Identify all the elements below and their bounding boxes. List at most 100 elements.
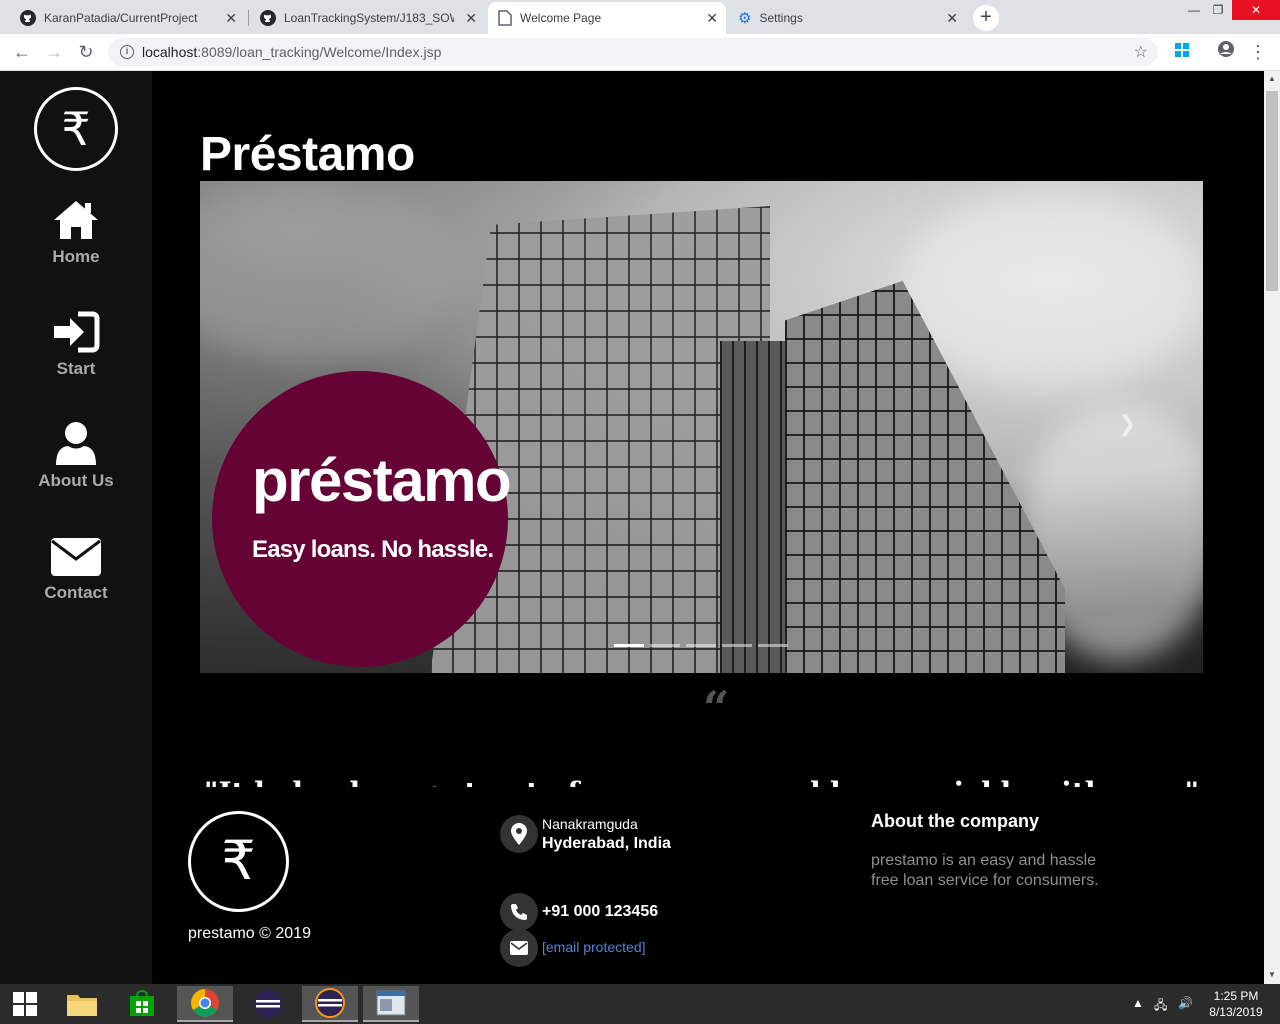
footer: ₹ prestamo © 2019 Nanakramguda Hyderabad… bbox=[152, 787, 1264, 984]
info-icon[interactable]: i bbox=[120, 45, 134, 59]
taskbar-file-explorer[interactable] bbox=[54, 986, 110, 1022]
phone-icon bbox=[500, 893, 538, 931]
browser-tab-github-loan-tracking[interactable]: LoanTrackingSystem/J183_SOW ✕ bbox=[250, 2, 485, 34]
menu-kebab-icon[interactable]: ⋮ bbox=[1246, 40, 1270, 64]
back-button[interactable]: ← bbox=[10, 40, 34, 64]
clock-date: 8/13/2019 bbox=[1209, 1005, 1263, 1019]
tab-title: LoanTrackingSystem/J183_SOW bbox=[284, 11, 454, 25]
page-icon bbox=[498, 10, 512, 26]
volume-icon[interactable]: 🔊 bbox=[1178, 996, 1193, 1010]
taskbar-app-window[interactable] bbox=[363, 986, 419, 1022]
email-link[interactable]: [email protected] bbox=[542, 939, 646, 955]
carousel-indicator[interactable] bbox=[650, 644, 680, 647]
tab-title: Welcome Page bbox=[520, 11, 602, 25]
bookmark-star-icon[interactable]: ☆ bbox=[1134, 42, 1148, 62]
windows-logo-icon bbox=[13, 992, 37, 1016]
sidebar-item-contact[interactable]: Contact bbox=[0, 537, 152, 603]
profile-icon[interactable] bbox=[1214, 40, 1238, 64]
url-host: localhost bbox=[142, 44, 198, 60]
close-icon[interactable]: ✕ bbox=[706, 10, 718, 27]
scroll-down-arrow[interactable]: ▼ bbox=[1264, 967, 1280, 983]
carousel-indicators bbox=[614, 644, 788, 647]
hero-carousel[interactable]: préstamo Easy loans. No hassle. ❯ bbox=[200, 181, 1203, 673]
scroll-up-arrow[interactable]: ▲ bbox=[1264, 71, 1280, 87]
reload-button[interactable]: ↻ bbox=[74, 40, 98, 64]
chrome-icon bbox=[191, 989, 219, 1017]
web-page: ₹ Home Start About Us Contact Préstamo p… bbox=[0, 71, 1264, 984]
cloud-shape bbox=[200, 181, 460, 361]
sidebar-item-home[interactable]: Home bbox=[0, 199, 152, 267]
footer-rupee-logo: ₹ bbox=[188, 811, 289, 912]
quote-icon: “ bbox=[703, 681, 730, 735]
phone-number: +91 000 123456 bbox=[542, 903, 659, 920]
address-line-2: Hyderabad, India bbox=[542, 834, 671, 852]
map-marker-icon bbox=[500, 815, 538, 853]
taskbar-eclipse-1[interactable] bbox=[240, 986, 296, 1022]
address-line-1: Nanakramguda bbox=[542, 815, 638, 832]
close-icon[interactable]: ✕ bbox=[465, 10, 477, 27]
eclipse-icon bbox=[315, 988, 345, 1018]
carousel-indicator[interactable] bbox=[722, 644, 752, 647]
copyright-text: prestamo © 2019 bbox=[188, 925, 311, 942]
github-icon bbox=[20, 10, 36, 26]
rupee-logo[interactable]: ₹ bbox=[34, 87, 118, 171]
address-bar[interactable]: i localhost:8089/loan_tracking/Welcome/I… bbox=[108, 38, 1158, 66]
minimize-button[interactable]: — bbox=[1182, 0, 1206, 20]
restore-button[interactable]: ❐ bbox=[1206, 0, 1230, 20]
new-tab-button[interactable]: + bbox=[973, 5, 999, 31]
tab-title: KaranPatadia/CurrentProject bbox=[44, 11, 198, 25]
browser-tab-settings[interactable]: ⚙ Settings ✕ bbox=[728, 2, 966, 34]
close-icon[interactable]: ✕ bbox=[946, 10, 958, 27]
sidebar-item-label: Contact bbox=[44, 583, 108, 602]
browser-tab-strip: KaranPatadia/CurrentProject ✕ LoanTracki… bbox=[0, 0, 1280, 34]
github-icon bbox=[260, 10, 276, 26]
sidebar-item-label: About Us bbox=[38, 471, 114, 490]
sidebar-item-start[interactable]: Start bbox=[0, 311, 152, 379]
network-icon[interactable]: 🖧 bbox=[1154, 996, 1167, 1017]
envelope-icon bbox=[500, 929, 538, 967]
browser-toolbar: ← → ↻ i localhost:8089/loan_tracking/Wel… bbox=[0, 34, 1280, 71]
window-app-icon bbox=[376, 990, 406, 1016]
carousel-indicator[interactable] bbox=[686, 644, 716, 647]
sidebar-nav: ₹ Home Start About Us Contact bbox=[0, 71, 152, 984]
start-button[interactable] bbox=[0, 986, 50, 1022]
store-icon bbox=[130, 990, 154, 1016]
carousel-brand-name: préstamo bbox=[252, 447, 512, 514]
about-text: prestamo is an easy and hassle free loan… bbox=[871, 852, 1099, 889]
taskbar-chrome[interactable] bbox=[177, 986, 233, 1022]
browser-tab-welcome-page[interactable]: Welcome Page ✕ bbox=[488, 2, 726, 34]
system-clock[interactable]: 1:25 PM 8/13/2019 bbox=[1204, 988, 1268, 1020]
page-scrollbar[interactable]: ▲ ▼ bbox=[1264, 71, 1280, 984]
contact-address: Nanakramguda Hyderabad, India bbox=[500, 815, 671, 853]
taskbar-store[interactable] bbox=[114, 986, 170, 1022]
forward-button[interactable]: → bbox=[42, 40, 66, 64]
sidebar-item-about-us[interactable]: About Us bbox=[0, 421, 152, 491]
folder-icon bbox=[67, 995, 97, 1016]
user-icon bbox=[56, 422, 96, 465]
chevron-right-icon[interactable]: ❯ bbox=[1118, 411, 1136, 437]
cloud-shape bbox=[900, 191, 1200, 391]
sign-in-icon bbox=[54, 311, 100, 353]
close-icon[interactable]: ✕ bbox=[225, 10, 237, 27]
carousel-indicator[interactable] bbox=[614, 644, 644, 647]
sidebar-item-label: Home bbox=[52, 247, 100, 266]
scrollbar-thumb[interactable] bbox=[1266, 91, 1278, 291]
taskbar-eclipse-2[interactable] bbox=[302, 986, 358, 1022]
contact-phone: +91 000 123456 bbox=[500, 893, 658, 931]
window-close-button[interactable]: ✕ bbox=[1232, 0, 1280, 20]
sidebar-item-label: Start bbox=[56, 359, 96, 378]
browser-tab-github-current-project[interactable]: KaranPatadia/CurrentProject ✕ bbox=[10, 2, 245, 34]
brand-circle bbox=[212, 371, 508, 667]
tab-separator bbox=[248, 10, 249, 26]
carousel-tagline: Easy loans. No hassle. bbox=[252, 536, 494, 563]
tray-expand-icon[interactable]: ▲ bbox=[1132, 996, 1144, 1010]
gear-icon: ⚙ bbox=[738, 10, 752, 27]
envelope-icon bbox=[51, 538, 101, 576]
url-path: :8089/loan_tracking/Welcome/Index.jsp bbox=[197, 44, 442, 60]
windows-taskbar: ▲ 🖧 🔊 1:25 PM 8/13/2019 bbox=[0, 984, 1280, 1024]
tab-title: Settings bbox=[759, 11, 803, 25]
carousel-indicator[interactable] bbox=[758, 644, 788, 647]
windows-extension-icon[interactable] bbox=[1170, 40, 1194, 64]
building-image bbox=[720, 341, 790, 673]
clock-time: 1:25 PM bbox=[1213, 989, 1259, 1003]
